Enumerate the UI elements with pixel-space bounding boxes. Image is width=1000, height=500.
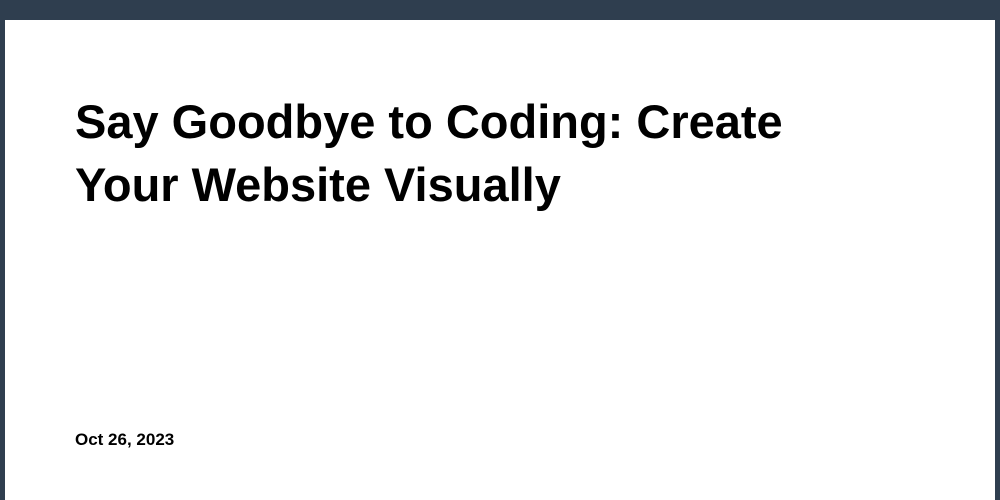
article-date: Oct 26, 2023 [75,430,925,450]
article-title: Say Goodbye to Coding: Create Your Websi… [75,90,875,217]
article-card: Say Goodbye to Coding: Create Your Websi… [5,20,995,500]
